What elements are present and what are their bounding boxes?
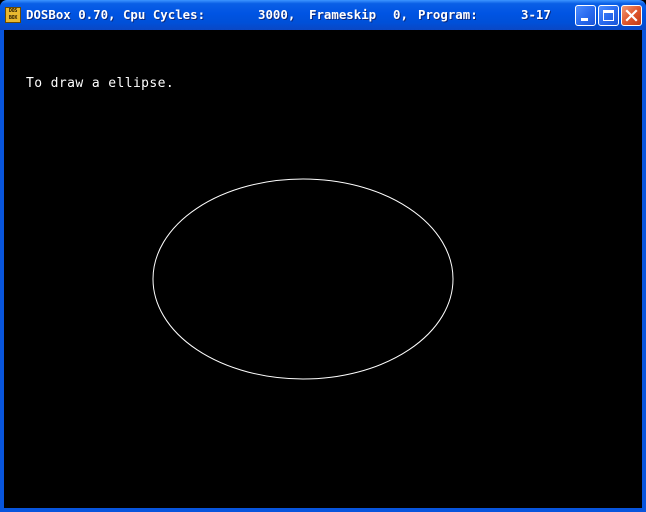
title-frameskip-value: 0, [393, 7, 408, 22]
dosbox-icon[interactable]: DOS BOX [5, 7, 21, 23]
maximize-icon [603, 10, 614, 21]
app-icon-text-top: DOS [8, 8, 18, 14]
dosbox-window: DOS BOX DOSBox 0.70, Cpu Cycles: 3000, F… [0, 0, 646, 512]
title-frameskip-label: Frameskip [309, 7, 377, 22]
title-program-value: 3-17 [521, 7, 551, 22]
app-icon-text-bottom: BOX [8, 15, 18, 21]
screen-canvas [152, 178, 454, 380]
maximize-button[interactable] [598, 5, 619, 26]
close-button[interactable] [621, 5, 642, 26]
close-icon [625, 9, 638, 22]
title-cycles-value: 3000, [258, 7, 296, 22]
title-bar[interactable]: DOS BOX DOSBox 0.70, Cpu Cycles: 3000, F… [0, 0, 646, 30]
dos-screen[interactable]: To draw a ellipse. [4, 30, 642, 508]
minimize-button[interactable] [575, 5, 596, 26]
title-app-name: DOSBox 0.70, Cpu Cycles: [26, 7, 206, 22]
ellipse-shape [152, 178, 454, 380]
title-program-label: Program: [418, 7, 478, 22]
minimize-icon [581, 18, 588, 21]
